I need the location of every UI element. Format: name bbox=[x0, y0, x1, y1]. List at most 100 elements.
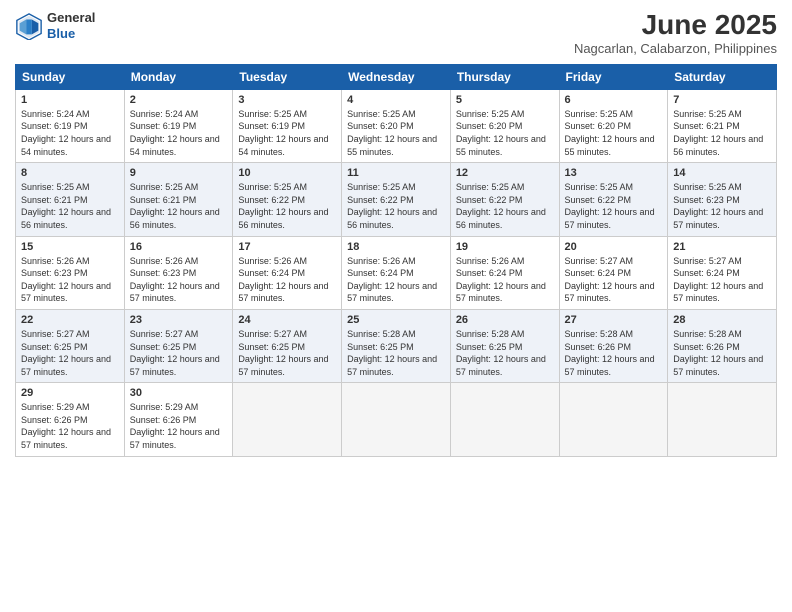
table-row: 7 Sunrise: 5:25 AM Sunset: 6:21 PM Dayli… bbox=[668, 89, 777, 162]
table-row: 11 Sunrise: 5:25 AM Sunset: 6:22 PM Dayl… bbox=[342, 163, 451, 236]
table-row bbox=[668, 383, 777, 456]
day-number: 27 bbox=[565, 314, 663, 326]
table-row: 6 Sunrise: 5:25 AM Sunset: 6:20 PM Dayli… bbox=[559, 89, 668, 162]
table-row bbox=[233, 383, 342, 456]
day-info: Sunrise: 5:28 AM Sunset: 6:25 PM Dayligh… bbox=[347, 328, 445, 378]
day-number: 12 bbox=[456, 167, 554, 179]
calendar-week-row: 8 Sunrise: 5:25 AM Sunset: 6:21 PM Dayli… bbox=[16, 163, 777, 236]
table-row: 18 Sunrise: 5:26 AM Sunset: 6:24 PM Dayl… bbox=[342, 236, 451, 309]
day-number: 13 bbox=[565, 167, 663, 179]
day-info: Sunrise: 5:25 AM Sunset: 6:22 PM Dayligh… bbox=[456, 181, 554, 231]
logo-text: General Blue bbox=[47, 10, 95, 41]
table-row: 16 Sunrise: 5:26 AM Sunset: 6:23 PM Dayl… bbox=[124, 236, 233, 309]
table-row: 15 Sunrise: 5:26 AM Sunset: 6:23 PM Dayl… bbox=[16, 236, 125, 309]
table-row: 27 Sunrise: 5:28 AM Sunset: 6:26 PM Dayl… bbox=[559, 309, 668, 382]
table-row: 14 Sunrise: 5:25 AM Sunset: 6:23 PM Dayl… bbox=[668, 163, 777, 236]
day-number: 14 bbox=[673, 167, 771, 179]
table-row: 4 Sunrise: 5:25 AM Sunset: 6:20 PM Dayli… bbox=[342, 89, 451, 162]
header: General Blue June 2025 Nagcarlan, Calaba… bbox=[15, 10, 777, 56]
calendar-week-row: 22 Sunrise: 5:27 AM Sunset: 6:25 PM Dayl… bbox=[16, 309, 777, 382]
day-number: 9 bbox=[130, 167, 228, 179]
col-tuesday: Tuesday bbox=[233, 64, 342, 89]
day-info: Sunrise: 5:27 AM Sunset: 6:25 PM Dayligh… bbox=[130, 328, 228, 378]
logo: General Blue bbox=[15, 10, 95, 41]
day-number: 3 bbox=[238, 94, 336, 106]
page: General Blue June 2025 Nagcarlan, Calaba… bbox=[0, 0, 792, 612]
calendar-week-row: 15 Sunrise: 5:26 AM Sunset: 6:23 PM Dayl… bbox=[16, 236, 777, 309]
day-number: 7 bbox=[673, 94, 771, 106]
day-number: 30 bbox=[130, 387, 228, 399]
day-number: 5 bbox=[456, 94, 554, 106]
day-info: Sunrise: 5:26 AM Sunset: 6:24 PM Dayligh… bbox=[347, 255, 445, 305]
day-number: 29 bbox=[21, 387, 119, 399]
day-info: Sunrise: 5:25 AM Sunset: 6:22 PM Dayligh… bbox=[347, 181, 445, 231]
day-info: Sunrise: 5:26 AM Sunset: 6:23 PM Dayligh… bbox=[21, 255, 119, 305]
table-row: 8 Sunrise: 5:25 AM Sunset: 6:21 PM Dayli… bbox=[16, 163, 125, 236]
day-number: 6 bbox=[565, 94, 663, 106]
day-info: Sunrise: 5:27 AM Sunset: 6:25 PM Dayligh… bbox=[21, 328, 119, 378]
day-info: Sunrise: 5:25 AM Sunset: 6:23 PM Dayligh… bbox=[673, 181, 771, 231]
table-row: 21 Sunrise: 5:27 AM Sunset: 6:24 PM Dayl… bbox=[668, 236, 777, 309]
day-info: Sunrise: 5:26 AM Sunset: 6:24 PM Dayligh… bbox=[238, 255, 336, 305]
day-number: 24 bbox=[238, 314, 336, 326]
day-number: 28 bbox=[673, 314, 771, 326]
day-info: Sunrise: 5:26 AM Sunset: 6:23 PM Dayligh… bbox=[130, 255, 228, 305]
day-number: 17 bbox=[238, 241, 336, 253]
calendar-header-row: Sunday Monday Tuesday Wednesday Thursday… bbox=[16, 64, 777, 89]
day-info: Sunrise: 5:25 AM Sunset: 6:20 PM Dayligh… bbox=[565, 108, 663, 158]
logo-blue: Blue bbox=[47, 26, 75, 41]
table-row: 29 Sunrise: 5:29 AM Sunset: 6:26 PM Dayl… bbox=[16, 383, 125, 456]
day-info: Sunrise: 5:29 AM Sunset: 6:26 PM Dayligh… bbox=[21, 401, 119, 451]
day-number: 2 bbox=[130, 94, 228, 106]
day-number: 25 bbox=[347, 314, 445, 326]
table-row: 25 Sunrise: 5:28 AM Sunset: 6:25 PM Dayl… bbox=[342, 309, 451, 382]
day-number: 10 bbox=[238, 167, 336, 179]
day-number: 20 bbox=[565, 241, 663, 253]
day-number: 18 bbox=[347, 241, 445, 253]
table-row: 2 Sunrise: 5:24 AM Sunset: 6:19 PM Dayli… bbox=[124, 89, 233, 162]
col-wednesday: Wednesday bbox=[342, 64, 451, 89]
table-row: 3 Sunrise: 5:25 AM Sunset: 6:19 PM Dayli… bbox=[233, 89, 342, 162]
table-row: 17 Sunrise: 5:26 AM Sunset: 6:24 PM Dayl… bbox=[233, 236, 342, 309]
col-sunday: Sunday bbox=[16, 64, 125, 89]
day-info: Sunrise: 5:24 AM Sunset: 6:19 PM Dayligh… bbox=[21, 108, 119, 158]
title-block: June 2025 Nagcarlan, Calabarzon, Philipp… bbox=[574, 10, 777, 56]
col-saturday: Saturday bbox=[668, 64, 777, 89]
location: Nagcarlan, Calabarzon, Philippines bbox=[574, 41, 777, 56]
col-thursday: Thursday bbox=[450, 64, 559, 89]
day-info: Sunrise: 5:25 AM Sunset: 6:22 PM Dayligh… bbox=[238, 181, 336, 231]
day-number: 11 bbox=[347, 167, 445, 179]
col-monday: Monday bbox=[124, 64, 233, 89]
table-row: 5 Sunrise: 5:25 AM Sunset: 6:20 PM Dayli… bbox=[450, 89, 559, 162]
table-row: 19 Sunrise: 5:26 AM Sunset: 6:24 PM Dayl… bbox=[450, 236, 559, 309]
day-number: 15 bbox=[21, 241, 119, 253]
month-title: June 2025 bbox=[574, 10, 777, 41]
table-row: 13 Sunrise: 5:25 AM Sunset: 6:22 PM Dayl… bbox=[559, 163, 668, 236]
table-row: 28 Sunrise: 5:28 AM Sunset: 6:26 PM Dayl… bbox=[668, 309, 777, 382]
table-row bbox=[450, 383, 559, 456]
day-info: Sunrise: 5:25 AM Sunset: 6:22 PM Dayligh… bbox=[565, 181, 663, 231]
day-info: Sunrise: 5:27 AM Sunset: 6:24 PM Dayligh… bbox=[565, 255, 663, 305]
table-row bbox=[342, 383, 451, 456]
day-number: 19 bbox=[456, 241, 554, 253]
day-number: 22 bbox=[21, 314, 119, 326]
day-number: 16 bbox=[130, 241, 228, 253]
day-info: Sunrise: 5:25 AM Sunset: 6:20 PM Dayligh… bbox=[347, 108, 445, 158]
day-number: 26 bbox=[456, 314, 554, 326]
col-friday: Friday bbox=[559, 64, 668, 89]
calendar-week-row: 1 Sunrise: 5:24 AM Sunset: 6:19 PM Dayli… bbox=[16, 89, 777, 162]
day-info: Sunrise: 5:25 AM Sunset: 6:20 PM Dayligh… bbox=[456, 108, 554, 158]
logo-icon bbox=[15, 12, 43, 40]
table-row: 22 Sunrise: 5:27 AM Sunset: 6:25 PM Dayl… bbox=[16, 309, 125, 382]
day-info: Sunrise: 5:24 AM Sunset: 6:19 PM Dayligh… bbox=[130, 108, 228, 158]
table-row: 9 Sunrise: 5:25 AM Sunset: 6:21 PM Dayli… bbox=[124, 163, 233, 236]
table-row: 1 Sunrise: 5:24 AM Sunset: 6:19 PM Dayli… bbox=[16, 89, 125, 162]
table-row: 26 Sunrise: 5:28 AM Sunset: 6:25 PM Dayl… bbox=[450, 309, 559, 382]
day-number: 21 bbox=[673, 241, 771, 253]
day-info: Sunrise: 5:25 AM Sunset: 6:21 PM Dayligh… bbox=[130, 181, 228, 231]
day-info: Sunrise: 5:28 AM Sunset: 6:26 PM Dayligh… bbox=[673, 328, 771, 378]
table-row: 12 Sunrise: 5:25 AM Sunset: 6:22 PM Dayl… bbox=[450, 163, 559, 236]
calendar: Sunday Monday Tuesday Wednesday Thursday… bbox=[15, 64, 777, 457]
calendar-week-row: 29 Sunrise: 5:29 AM Sunset: 6:26 PM Dayl… bbox=[16, 383, 777, 456]
table-row: 24 Sunrise: 5:27 AM Sunset: 6:25 PM Dayl… bbox=[233, 309, 342, 382]
